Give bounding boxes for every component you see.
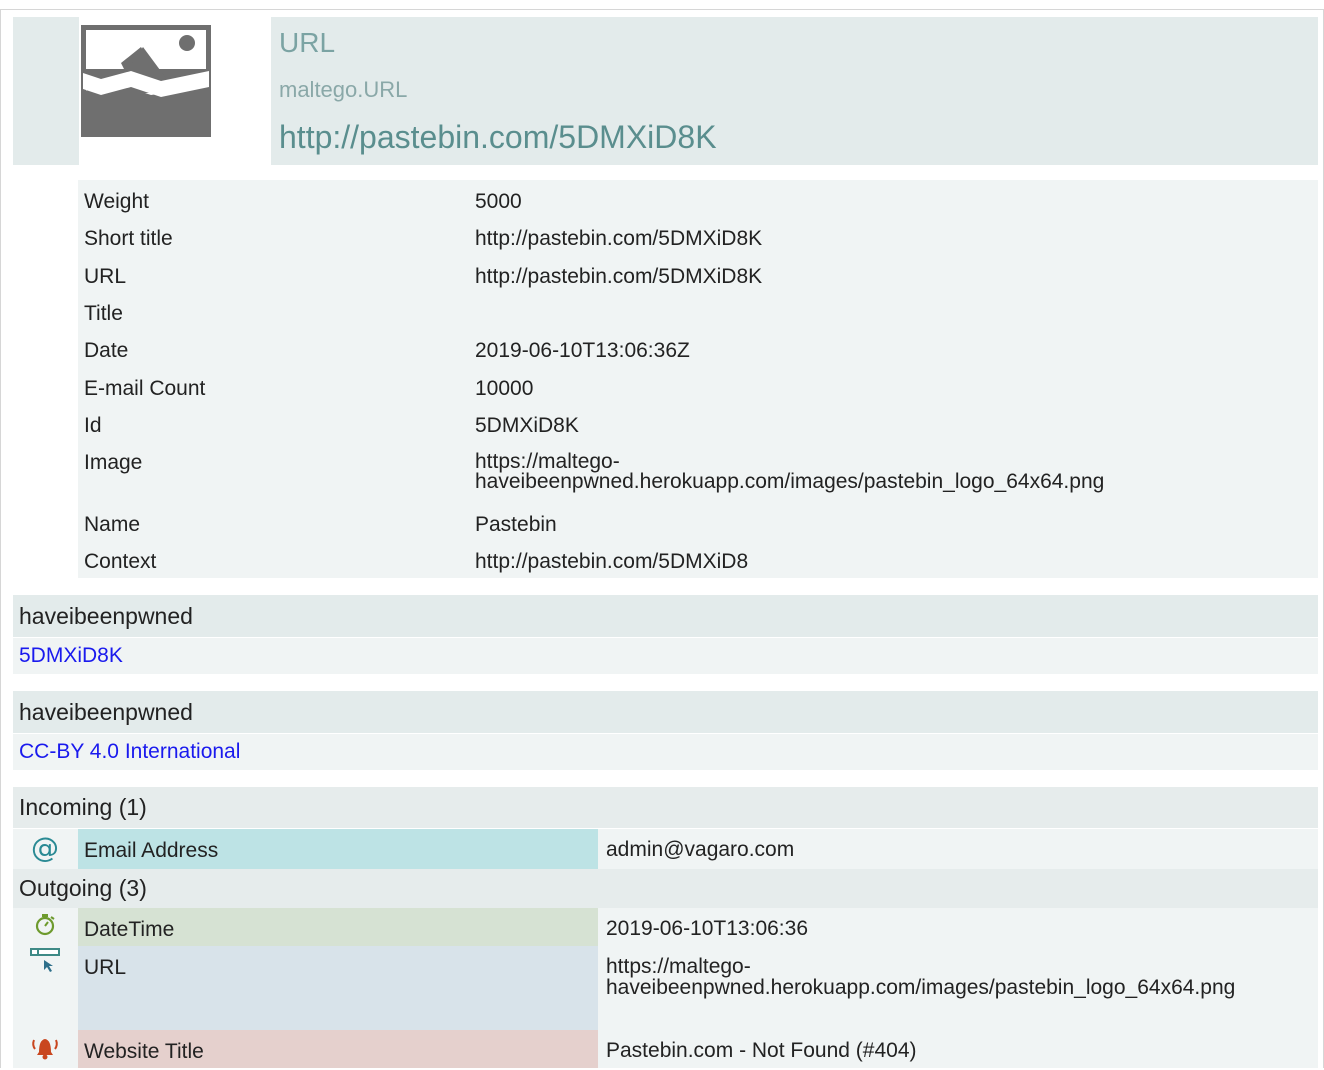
property-key: Title (84, 302, 123, 325)
incoming-type-cell: Email Address (78, 829, 598, 869)
section-header-haveibeenpwned: haveibeenpwned (13, 595, 1318, 637)
properties-table: Weight 5000 Short title http://pastebin.… (78, 180, 1318, 578)
property-key: Context (84, 550, 157, 573)
frame-left-border (0, 9, 1, 1068)
outgoing-value: https://maltego-haveibeenpwned.herokuapp… (606, 955, 1236, 999)
outgoing-type: Website Title (84, 1040, 204, 1063)
alarm-bell-icon (29, 1030, 63, 1064)
outgoing-link-row[interactable]: DateTime 2019-06-10T13:06:36 (13, 908, 1318, 946)
outgoing-type-cell: DateTime (78, 908, 598, 946)
svg-text:@: @ (31, 833, 59, 864)
property-value: http://pastebin.com/5DMXiD8K (475, 265, 763, 288)
property-value: 2019-06-10T13:06:36Z (475, 339, 690, 362)
entity-type-id: maltego.URL (279, 77, 408, 102)
outgoing-type: URL (84, 956, 127, 979)
entity-type-label: URL (279, 27, 336, 58)
outgoing-value: Pastebin.com - Not Found (#404) (606, 1039, 917, 1062)
section-title: haveibeenpwned (19, 699, 193, 725)
incoming-link-row[interactable]: @ Email Address admin@vagaro.com (13, 829, 1318, 869)
stopwatch-icon (29, 910, 63, 944)
outgoing-value: 2019-06-10T13:06:36 (606, 917, 808, 940)
property-value: http://pastebin.com/5DMXiD8K (475, 227, 763, 250)
section-body: 5DMXiD8K (13, 638, 1318, 674)
outgoing-type-cell: URL (78, 946, 598, 1030)
outgoing-link-row[interactable]: URL https://maltego-haveibeenpwned.herok… (13, 946, 1318, 1030)
property-key: Date (84, 339, 129, 362)
incoming-type: Email Address (84, 839, 219, 862)
image-placeholder-icon (81, 25, 211, 137)
property-value: 10000 (475, 377, 534, 400)
property-value: http://pastebin.com/5DMXiD8 (475, 550, 749, 573)
outgoing-link-row[interactable]: Website Title Pastebin.com - Not Found (… (13, 1030, 1318, 1068)
section-title: haveibeenpwned (19, 603, 193, 629)
frame-top-border (0, 9, 1324, 10)
outgoing-title: Outgoing (3) (19, 875, 147, 901)
entity-header: URL maltego.URL http://pastebin.com/5DMX… (13, 17, 1318, 165)
property-key: E-mail Count (84, 377, 206, 400)
section-header-haveibeenpwned: haveibeenpwned (13, 691, 1318, 733)
incoming-title: Incoming (1) (19, 794, 147, 820)
property-value: Pastebin (475, 513, 557, 536)
outgoing-type-cell: Website Title (78, 1030, 598, 1068)
section-body: CC-BY 4.0 International (13, 734, 1318, 770)
property-key: Id (84, 414, 102, 437)
property-key: Name (84, 513, 141, 536)
entity-icon-box (79, 17, 271, 165)
incoming-header: Incoming (1) (13, 787, 1318, 828)
incoming-value: admin@vagaro.com (606, 838, 795, 861)
property-value: https://maltego-haveibeenpwned.herokuapp… (475, 450, 1105, 493)
property-key: Short title (84, 227, 173, 250)
url-cursor-icon (29, 946, 63, 980)
entity-value: http://pastebin.com/5DMXiD8K (279, 119, 717, 155)
outgoing-type: DateTime (84, 918, 175, 941)
at-sign-icon: @ (29, 831, 63, 867)
property-key: Image (84, 451, 143, 474)
outgoing-header: Outgoing (3) (13, 869, 1318, 908)
property-key: Weight (84, 190, 149, 213)
section-link[interactable]: 5DMXiD8K (13, 644, 123, 667)
property-value: 5000 (475, 190, 522, 213)
license-link[interactable]: CC-BY 4.0 International (13, 740, 240, 763)
property-key: URL (84, 265, 127, 288)
property-value: 5DMXiD8K (475, 414, 579, 437)
